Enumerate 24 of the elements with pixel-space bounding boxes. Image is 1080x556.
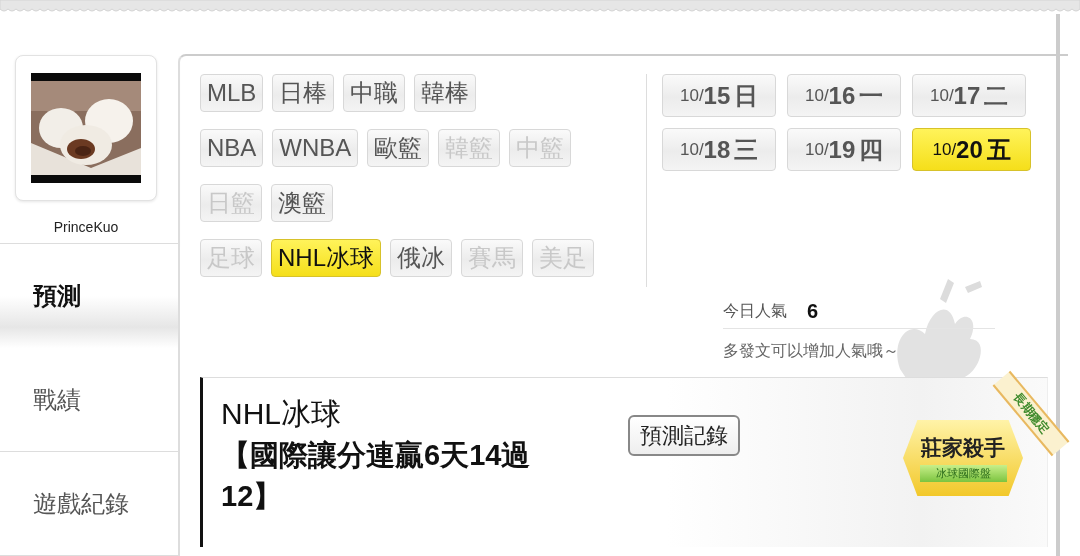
- sport-tab[interactable]: 日棒: [272, 74, 335, 112]
- username: PrinceKuo: [52, 219, 120, 235]
- sport-tab[interactable]: NBA: [200, 129, 264, 167]
- date-tab[interactable]: 10/18三: [662, 128, 776, 171]
- date-tab[interactable]: 10/19 四: [787, 128, 901, 171]
- sport-tab[interactable]: NHL冰球: [271, 239, 381, 277]
- date-tab[interactable]: 10/20 五: [912, 128, 1031, 171]
- sport-tab[interactable]: MLB: [200, 74, 264, 112]
- sport-tab[interactable]: 俄冰: [390, 239, 452, 277]
- post-category: NHL冰球: [221, 396, 342, 432]
- sport-tab[interactable]: 韓棒: [414, 74, 477, 112]
- sport-tab[interactable]: WNBA: [272, 129, 359, 167]
- date-tab[interactable]: 10/17二: [912, 74, 1026, 117]
- popularity-hint: 多發文可以增加人氣哦～: [723, 341, 900, 361]
- badge-banner: 冰球國際盤: [919, 465, 1007, 482]
- prediction-record-button[interactable]: 預測記錄: [628, 415, 740, 456]
- sport-tab[interactable]: 澳籃: [271, 184, 333, 222]
- post-title: 【國際讓分連贏6天14過12】: [221, 438, 532, 514]
- sport-tab[interactable]: 中職: [343, 74, 406, 112]
- popularity-label: 今日人氣: [723, 300, 787, 321]
- date-tab[interactable]: 10/15 日: [662, 74, 776, 117]
- popularity-count: 6: [807, 299, 819, 323]
- date-tab[interactable]: 10/16一: [787, 74, 901, 117]
- sport-tab[interactable]: 歐籃: [367, 129, 430, 167]
